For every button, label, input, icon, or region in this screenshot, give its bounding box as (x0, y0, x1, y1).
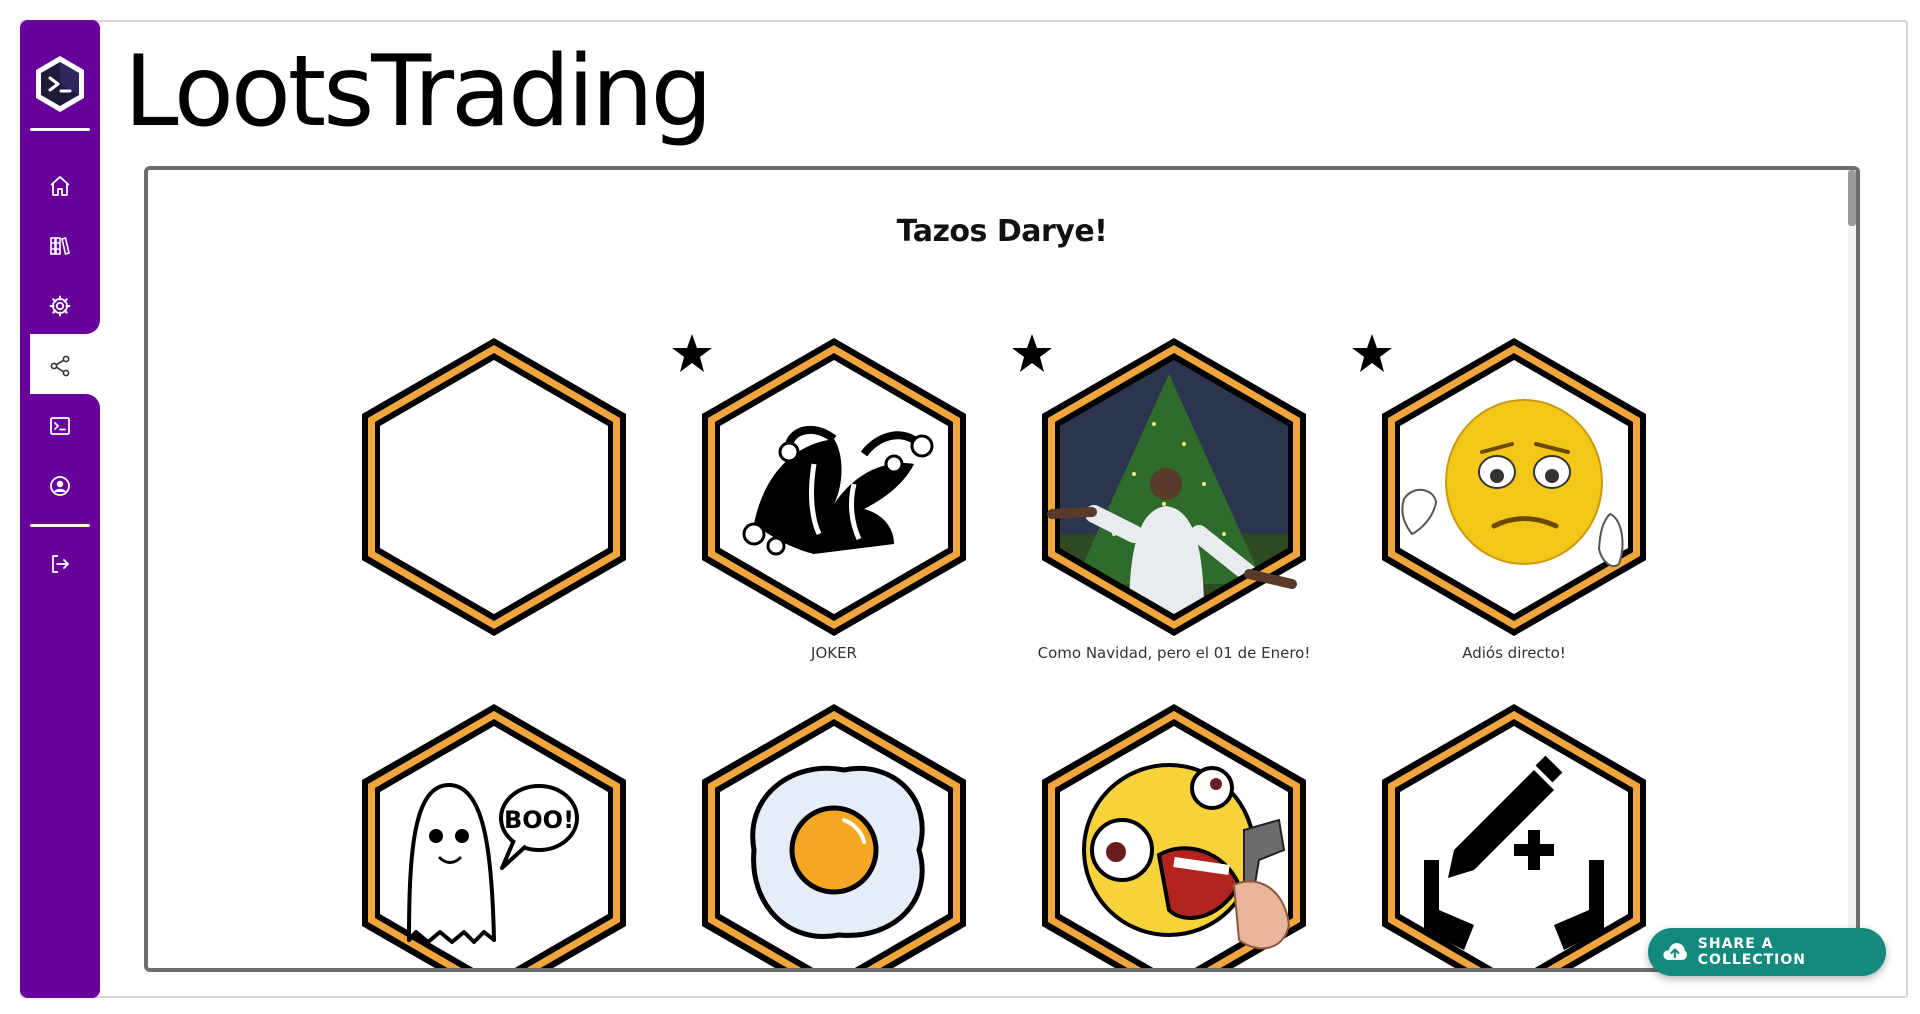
sidebar-item-terminal[interactable] (40, 406, 80, 446)
sidebar-item-logout[interactable] (40, 544, 80, 584)
terminal-icon (50, 417, 70, 435)
fried-egg-icon (750, 765, 925, 939)
sidebar-item-share[interactable] (40, 346, 80, 386)
app-title: LootsTrading (124, 35, 713, 149)
tazo-card[interactable]: Como Navidad, pero el 01 de Enero! (1012, 334, 1314, 662)
tazo-hexagon: BOO! (362, 704, 626, 968)
share-collection-button[interactable]: SHARE A COLLECTION (1648, 928, 1886, 976)
sidebar-divider (30, 128, 90, 131)
tazo-hexagon (1382, 704, 1646, 968)
app-logo[interactable] (34, 54, 86, 114)
sidebar (20, 20, 100, 998)
svg-text:BOO!: BOO! (504, 806, 574, 834)
tazo-card[interactable]: JOKER (672, 334, 974, 662)
sidebar-item-settings[interactable] (40, 286, 80, 326)
tazo-card[interactable]: Adiós directo! (1352, 334, 1654, 662)
tazo-hexagon (1042, 704, 1306, 968)
tazo-caption: Adiós directo! (1462, 644, 1566, 662)
sidebar-item-account[interactable] (40, 466, 80, 506)
home-icon (50, 176, 70, 196)
cloud-upload-icon (1663, 943, 1687, 960)
collection-title: Tazos Darye! (896, 214, 1108, 249)
library-icon (50, 236, 70, 256)
scrollbar[interactable] (1848, 170, 1856, 968)
tazo-card[interactable] (354, 334, 634, 654)
share-collection-label: SHARE A COLLECTION (1697, 936, 1807, 968)
tazo-card[interactable]: BOO! (354, 700, 634, 968)
tazo-hexagon (702, 704, 966, 968)
tazo-hexagon (362, 338, 626, 636)
collection-panel: Tazos Darye! JOKER Como Navidad, pero el… (144, 166, 1860, 972)
settings-icon (49, 295, 71, 317)
account-icon (50, 476, 70, 496)
tazo-card[interactable] (694, 700, 974, 968)
tazo-card[interactable] (1374, 700, 1654, 968)
tazo-hexagon (1382, 338, 1646, 636)
sidebar-item-home[interactable] (40, 166, 80, 206)
tazo-hexagon (1042, 338, 1306, 636)
sidebar-item-library[interactable] (40, 226, 80, 266)
share-icon (50, 355, 70, 377)
tazo-card[interactable] (1034, 700, 1314, 968)
sidebar-divider (30, 524, 90, 527)
logout-icon (52, 555, 69, 573)
tazo-hexagon (702, 338, 966, 636)
